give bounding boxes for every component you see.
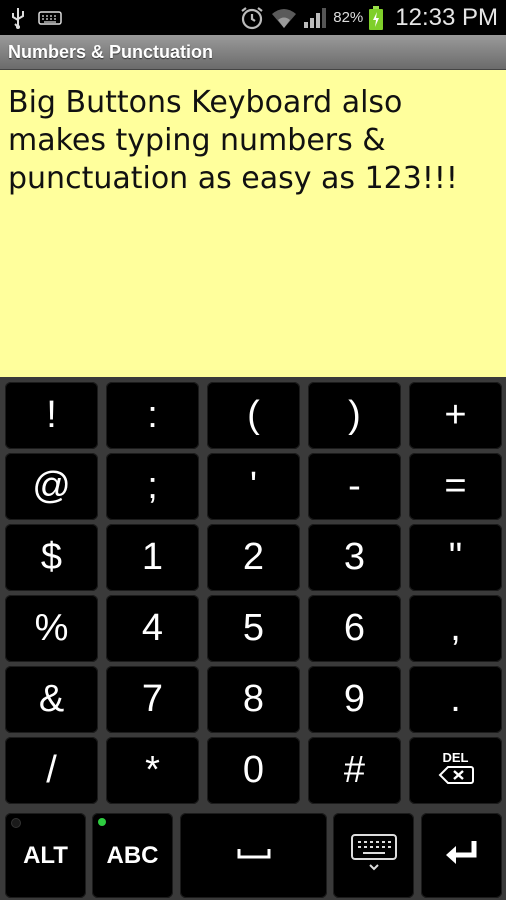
key-double-quote[interactable]: " xyxy=(409,524,502,591)
key-label: + xyxy=(444,394,467,436)
key-2[interactable]: 2 xyxy=(207,524,300,591)
key-label: / xyxy=(46,749,57,791)
key-label: ' xyxy=(249,465,258,507)
key-label: ALT xyxy=(23,841,68,869)
abc-key[interactable]: ABC xyxy=(92,813,173,898)
key-label: ; xyxy=(147,465,158,507)
alt-key[interactable]: ALT xyxy=(5,813,86,898)
key-colon[interactable]: : xyxy=(106,382,199,449)
key-close-paren[interactable]: ) xyxy=(308,382,401,449)
key-dollar[interactable]: $ xyxy=(5,524,98,591)
key-period[interactable]: . xyxy=(409,666,502,733)
key-label: ! xyxy=(46,394,57,436)
key-label: . xyxy=(450,678,461,720)
key-label: 3 xyxy=(343,536,366,578)
key-label: 5 xyxy=(242,607,265,649)
key-1[interactable]: 1 xyxy=(106,524,199,591)
key-label: & xyxy=(38,678,65,720)
enter-icon xyxy=(444,838,480,873)
key-7[interactable]: 7 xyxy=(106,666,199,733)
key-5[interactable]: 5 xyxy=(207,595,300,662)
key-apostrophe[interactable]: ' xyxy=(207,453,300,520)
usb-icon xyxy=(10,7,26,29)
key-9[interactable]: 9 xyxy=(308,666,401,733)
key-4[interactable]: 4 xyxy=(106,595,199,662)
title-bar: Numbers & Punctuation xyxy=(0,35,506,70)
key-label: ( xyxy=(247,394,260,436)
key-asterisk[interactable]: * xyxy=(106,737,199,804)
key-semicolon[interactable]: ; xyxy=(106,453,199,520)
alarm-icon xyxy=(239,5,265,31)
key-label: $ xyxy=(40,536,63,578)
key-label: " xyxy=(448,536,463,578)
key-8[interactable]: 8 xyxy=(207,666,300,733)
key-exclamation[interactable]: ! xyxy=(5,382,98,449)
key-label: = xyxy=(444,465,467,507)
delete-button[interactable]: DEL xyxy=(409,737,502,804)
note-area[interactable]: Big Buttons Keyboard also makes typing n… xyxy=(0,70,506,377)
key-label: % xyxy=(34,607,69,649)
key-equals[interactable]: = xyxy=(409,453,502,520)
page-title: Numbers & Punctuation xyxy=(8,42,214,62)
key-label: : xyxy=(147,394,158,436)
wifi-icon xyxy=(271,7,297,29)
keyboard: ! : ( ) + @ ; ' - = $ 1 2 3 " % 4 5 6 , … xyxy=(0,377,506,900)
abc-indicator-dot xyxy=(98,818,106,826)
key-label: ) xyxy=(348,394,361,436)
key-label: 2 xyxy=(242,536,265,578)
backspace-icon xyxy=(438,765,474,790)
key-label: 7 xyxy=(141,678,164,720)
key-comma[interactable]: , xyxy=(409,595,502,662)
key-ampersand[interactable]: & xyxy=(5,666,98,733)
key-percent[interactable]: % xyxy=(5,595,98,662)
keyboard-hide-icon xyxy=(350,833,398,878)
keyboard-hide-key[interactable] xyxy=(333,813,414,898)
key-minus[interactable]: - xyxy=(308,453,401,520)
note-text[interactable]: Big Buttons Keyboard also makes typing n… xyxy=(8,84,500,198)
status-bar: 82% 12:33 PM xyxy=(0,0,506,35)
delete-label: DEL xyxy=(442,750,469,765)
signal-icon xyxy=(303,7,327,29)
clock: 12:33 PM xyxy=(395,3,498,31)
key-label: 1 xyxy=(141,536,164,578)
key-0[interactable]: 0 xyxy=(207,737,300,804)
key-label: 4 xyxy=(141,607,164,649)
key-label: * xyxy=(145,749,160,791)
key-6[interactable]: 6 xyxy=(308,595,401,662)
keyboard-icon xyxy=(38,11,62,25)
key-label: 8 xyxy=(242,678,265,720)
key-label: ABC xyxy=(106,841,159,869)
key-plus[interactable]: + xyxy=(409,382,502,449)
key-label: 9 xyxy=(343,678,366,720)
key-3[interactable]: 3 xyxy=(308,524,401,591)
key-label: 6 xyxy=(343,607,366,649)
key-label: 0 xyxy=(242,749,265,791)
key-label: # xyxy=(343,749,366,791)
key-label: @ xyxy=(32,465,71,507)
key-slash[interactable]: / xyxy=(5,737,98,804)
key-at[interactable]: @ xyxy=(5,453,98,520)
enter-key[interactable] xyxy=(421,813,502,898)
key-hash[interactable]: # xyxy=(308,737,401,804)
key-open-paren[interactable]: ( xyxy=(207,382,300,449)
battery-percent: 82% xyxy=(333,9,364,26)
key-label: - xyxy=(348,465,361,507)
space-icon xyxy=(236,845,272,866)
alt-indicator-dot xyxy=(11,818,21,828)
key-label: , xyxy=(450,607,461,649)
space-key[interactable] xyxy=(180,813,327,898)
battery-charging-icon xyxy=(369,5,384,30)
